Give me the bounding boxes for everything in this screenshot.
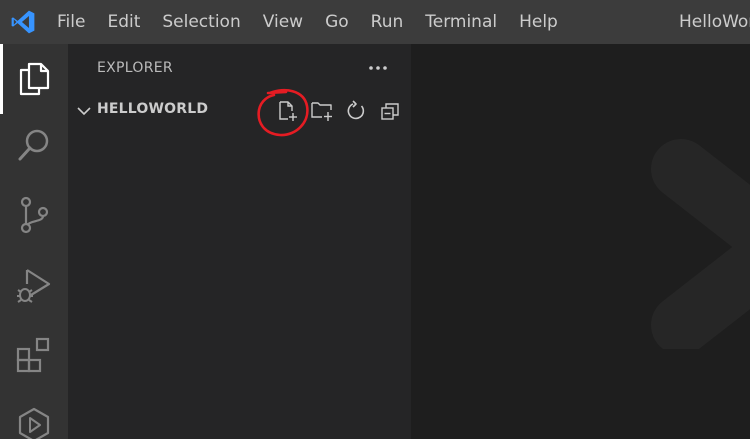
workspace-section-header[interactable]: HELLOWORLD bbox=[68, 96, 411, 126]
new-folder-button[interactable] bbox=[308, 98, 336, 124]
source-control-icon bbox=[20, 196, 49, 234]
refresh-button[interactable] bbox=[342, 98, 370, 124]
menu-view[interactable]: View bbox=[252, 0, 314, 44]
workspace-folder-name: HELLOWORLD bbox=[97, 101, 209, 117]
activity-search[interactable] bbox=[0, 110, 68, 180]
activity-source-control[interactable] bbox=[0, 180, 68, 250]
vscode-window: File Edit Selection View Go Run Terminal… bbox=[0, 0, 750, 439]
refresh-icon bbox=[347, 100, 365, 120]
vscode-watermark-icon bbox=[651, 139, 750, 349]
activity-bar bbox=[0, 44, 68, 439]
extensions-icon bbox=[16, 337, 50, 373]
menu-help[interactable]: Help bbox=[508, 0, 569, 44]
more-actions-icon[interactable] bbox=[365, 56, 391, 80]
title-bar: File Edit Selection View Go Run Terminal… bbox=[0, 0, 750, 44]
menu-terminal[interactable]: Terminal bbox=[414, 0, 508, 44]
menu-go[interactable]: Go bbox=[314, 0, 360, 44]
menu-edit[interactable]: Edit bbox=[96, 0, 151, 44]
activity-remote-explorer[interactable] bbox=[0, 390, 68, 439]
activity-run-debug[interactable] bbox=[0, 250, 68, 320]
files-icon bbox=[19, 62, 50, 96]
activity-extensions[interactable] bbox=[0, 320, 68, 390]
window-title: HelloWorld bbox=[679, 12, 750, 32]
chevron-down-icon[interactable] bbox=[74, 101, 94, 121]
menu-run[interactable]: Run bbox=[360, 0, 415, 44]
run-debug-icon bbox=[17, 269, 51, 303]
menu-file[interactable]: File bbox=[46, 0, 96, 44]
remote-explorer-icon bbox=[18, 407, 50, 439]
new-file-icon bbox=[279, 101, 297, 121]
editor-area bbox=[411, 44, 750, 439]
search-icon bbox=[18, 129, 49, 161]
collapse-all-button[interactable] bbox=[376, 98, 404, 124]
sidebar-title: EXPLORER bbox=[97, 60, 173, 76]
vscode-logo-icon[interactable] bbox=[0, 0, 46, 44]
activity-explorer[interactable] bbox=[0, 44, 68, 114]
collapse-all-icon bbox=[381, 103, 399, 120]
new-folder-icon bbox=[311, 102, 332, 121]
explorer-sidebar: EXPLORER HELLOWORLD bbox=[68, 44, 411, 439]
menu-selection[interactable]: Selection bbox=[151, 0, 251, 44]
new-file-button[interactable] bbox=[274, 98, 302, 124]
